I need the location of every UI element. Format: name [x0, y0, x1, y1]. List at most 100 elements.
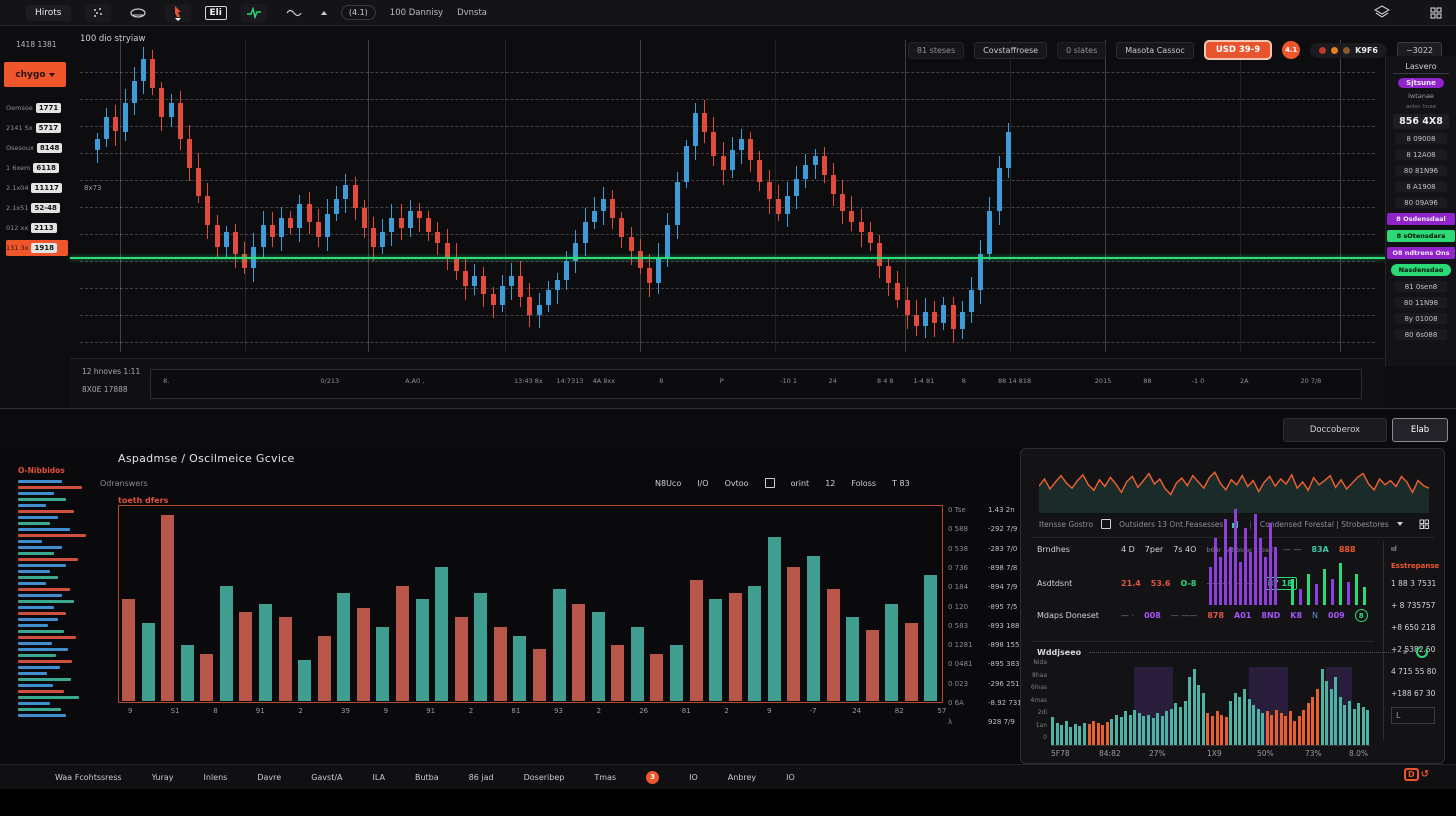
status-item[interactable]: Anbrey — [728, 773, 756, 782]
eli-logo[interactable]: Eli — [205, 6, 227, 20]
watchlist-active-item[interactable]: chygo — [4, 62, 66, 87]
osc-toolbar-item[interactable]: Ovtoo — [725, 479, 749, 488]
mini-bar — [1254, 514, 1257, 605]
brand-button[interactable]: Hirots — [26, 5, 71, 21]
watchlist-row[interactable]: 131 3x1918 — [6, 240, 68, 256]
record-corner-icon[interactable]: D↺ — [1404, 768, 1429, 781]
watchlist-row-label: 2.1x04 — [6, 184, 28, 192]
badge-circle-button[interactable]: 4.1 — [1282, 41, 1300, 59]
status-item[interactable]: Waa Fcohtssress — [55, 773, 122, 782]
watchlist-row[interactable]: 2.1x5152-48 — [6, 200, 68, 216]
watchlist-row-badge: 2113 — [31, 223, 56, 233]
time-scrollbar[interactable]: 8.0/213A.A0 ,13:43 8x14:73134A 8xx8P-10 … — [150, 369, 1362, 399]
version-pill[interactable]: (4.1) — [341, 5, 376, 20]
volume-bar — [1293, 721, 1296, 745]
log-line — [18, 654, 56, 657]
chart-chip[interactable]: 81 steses — [908, 42, 964, 59]
grid-icon[interactable] — [1430, 4, 1442, 23]
ladder-highlight-row[interactable]: Nasdensdao — [1391, 264, 1451, 276]
accounts-pill-button[interactable]: K9F6 — [1310, 43, 1387, 58]
volume-bar — [1270, 715, 1273, 745]
cursor-flame-icon[interactable] — [165, 4, 191, 22]
watchlist-row[interactable]: 2141 Sx5717 — [6, 120, 68, 136]
osc-toolbar-item[interactable]: N8Uco — [655, 479, 681, 488]
watchlist-row[interactable]: 012 xx2113 — [6, 220, 68, 236]
ladder-price-row[interactable]: 80 81N96 — [1395, 165, 1447, 176]
ladder-price-row[interactable]: 8y 01008 — [1395, 313, 1447, 324]
square-icon[interactable] — [765, 478, 775, 488]
chevron-down-icon[interactable] — [1397, 522, 1403, 526]
osc-x-label: 2 — [597, 707, 601, 715]
candle-body — [215, 225, 220, 247]
ladder-highlight-row[interactable]: 8 Osdensdaal — [1387, 213, 1455, 225]
osc-toolbar-item[interactable]: Foloss — [851, 479, 876, 488]
volume-bar — [1097, 723, 1100, 745]
layers-icon[interactable] — [1374, 4, 1390, 23]
wave-icon[interactable] — [281, 4, 307, 22]
status-item[interactable]: IO — [786, 773, 795, 782]
candlestick-chart[interactable] — [70, 26, 1385, 358]
osc-toolbar-item[interactable]: 12 — [825, 479, 835, 488]
volume-bar — [1179, 707, 1182, 745]
ladder-price-row[interactable]: 8 09008 — [1395, 133, 1447, 144]
chart-chip[interactable]: 0 slates — [1057, 42, 1106, 59]
osc-toolbar-item[interactable]: I/O — [697, 479, 708, 488]
ladder-price-row[interactable]: 8 A1908 — [1395, 181, 1447, 192]
mini-bar — [1249, 552, 1252, 605]
watchlist-sidebar: 1418 1381 chygo Oemsoe17712141 Sx5717Ose… — [0, 26, 70, 408]
usd-chip-button[interactable]: USD 39-9 — [1204, 40, 1272, 60]
status-item[interactable]: Inlens — [204, 773, 228, 782]
watchlist-row[interactable]: 2.1x0411117 — [6, 180, 68, 196]
watchlist-row[interactable]: 1 6xem6118 — [6, 160, 68, 176]
ladder-price-row[interactable]: 8 12A08 — [1395, 149, 1447, 160]
status-item[interactable]: Gavst/A — [311, 773, 342, 782]
ladder-price-row[interactable]: 81 0sen8 — [1395, 281, 1447, 292]
status-item[interactable]: Davre — [257, 773, 281, 782]
v-gridline — [1010, 40, 1011, 352]
grid-view-icon[interactable] — [1419, 515, 1430, 534]
watchlist-row[interactable]: Oemsoe1771 — [6, 100, 68, 116]
osc-toolbar-item[interactable]: T 83 — [892, 479, 910, 488]
status-item[interactable]: 86 jad — [469, 773, 494, 782]
chevron-up-icon[interactable] — [321, 11, 327, 15]
ladder-price-row[interactable]: 80 09A96 — [1395, 197, 1447, 208]
ladder-price-row[interactable]: 80 11N98 — [1395, 297, 1447, 308]
volume-bar — [1161, 716, 1164, 745]
ladder-pill[interactable]: Sjtsune — [1398, 78, 1444, 88]
side-input-box[interactable]: L — [1391, 707, 1435, 724]
chart-chip[interactable]: Covstaffroese — [974, 42, 1047, 59]
status-item[interactable]: Butba — [415, 773, 439, 782]
chart-chip[interactable]: Masota Cassoc — [1116, 42, 1194, 59]
dots-grid-icon[interactable] — [85, 4, 111, 22]
status-badge[interactable]: 3 — [646, 771, 659, 784]
volume-bar — [1069, 727, 1072, 745]
ladder-highlight-row[interactable]: 8 sOtensdara — [1387, 230, 1455, 242]
status-item[interactable]: Doseribep — [524, 773, 565, 782]
candle-body — [353, 185, 358, 208]
metric-token: K8 — [1290, 611, 1302, 620]
candle-body — [527, 297, 532, 314]
ellipse-icon[interactable] — [125, 4, 151, 22]
dashboard-button[interactable]: Doccoberox — [1283, 418, 1387, 442]
caption-source[interactable]: Itensse Gostro — [1039, 520, 1093, 529]
status-item[interactable]: Tmas — [594, 773, 616, 782]
price-alert-line[interactable] — [70, 257, 1385, 259]
status-item[interactable]: IO — [689, 773, 698, 782]
oscillator-bar-chart[interactable] — [118, 505, 943, 703]
status-item[interactable]: ILA — [373, 773, 385, 782]
osc-axis-label-2: -898 7/8 — [988, 564, 1017, 572]
metric-row[interactable]: Mdaps Doneset— ·008— ——878A018NDK8N0098 — [1037, 609, 1377, 622]
volume-bar-chart[interactable] — [1051, 661, 1371, 746]
pulse-icon[interactable] — [241, 4, 267, 22]
status-item[interactable]: Yuray — [152, 773, 174, 782]
side-stats-column: ııl Esstrepanse 1 88 3 7531+ 8 735757+8 … — [1383, 541, 1444, 741]
ladder-price-row[interactable]: 80 6s088 — [1395, 329, 1447, 340]
refresh-circle-icon[interactable] — [1415, 645, 1429, 659]
ladder-highlight-row[interactable]: O8 ndtrens Ons — [1387, 247, 1455, 259]
osc-toolbar-item[interactable]: orint — [791, 479, 810, 488]
watchlist-row[interactable]: Osesoux8148 — [6, 140, 68, 156]
volume-bar — [1174, 703, 1177, 745]
watchlist-row-badge: 1918 — [31, 243, 56, 253]
edit-button[interactable]: Elab — [1392, 418, 1448, 442]
caption-filter[interactable]: Outsiders 13 Ont.Feasesses — [1119, 520, 1223, 529]
